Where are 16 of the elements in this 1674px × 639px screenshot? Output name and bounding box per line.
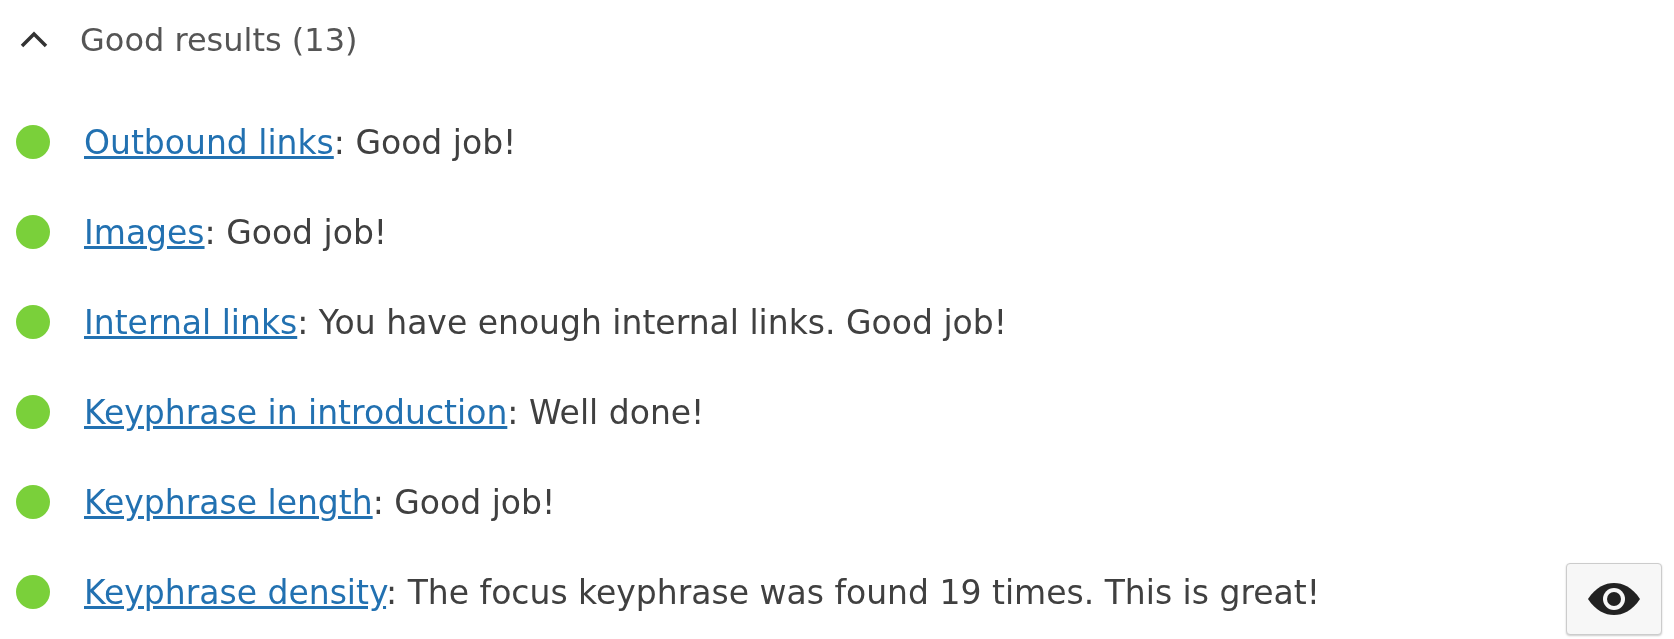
result-text: Outbound links: Good job! [84,124,517,161]
eye-icon [1586,582,1642,616]
section-title: Good results (13) [80,21,358,59]
result-link[interactable]: Keyphrase length [84,483,373,522]
result-link[interactable]: Keyphrase density [84,573,387,612]
result-link[interactable]: Keyphrase in introduction [84,393,508,432]
eye-button[interactable] [1566,563,1662,635]
result-link[interactable]: Internal links [84,303,298,342]
result-text: Images: Good job! [84,214,388,251]
result-link[interactable]: Images [84,213,205,252]
result-text: Keyphrase density: The focus keyphrase was found 19 times. This is great! [84,574,1320,611]
result-text: Keyphrase in introduction: Well done! [84,394,705,431]
result-text: Keyphrase length: Good job! [84,484,556,521]
chevron-up-icon[interactable] [18,30,50,50]
result-text: Internal links: You have enough internal links. Good job! [84,304,1007,341]
result-link[interactable]: Outbound links [84,123,334,162]
